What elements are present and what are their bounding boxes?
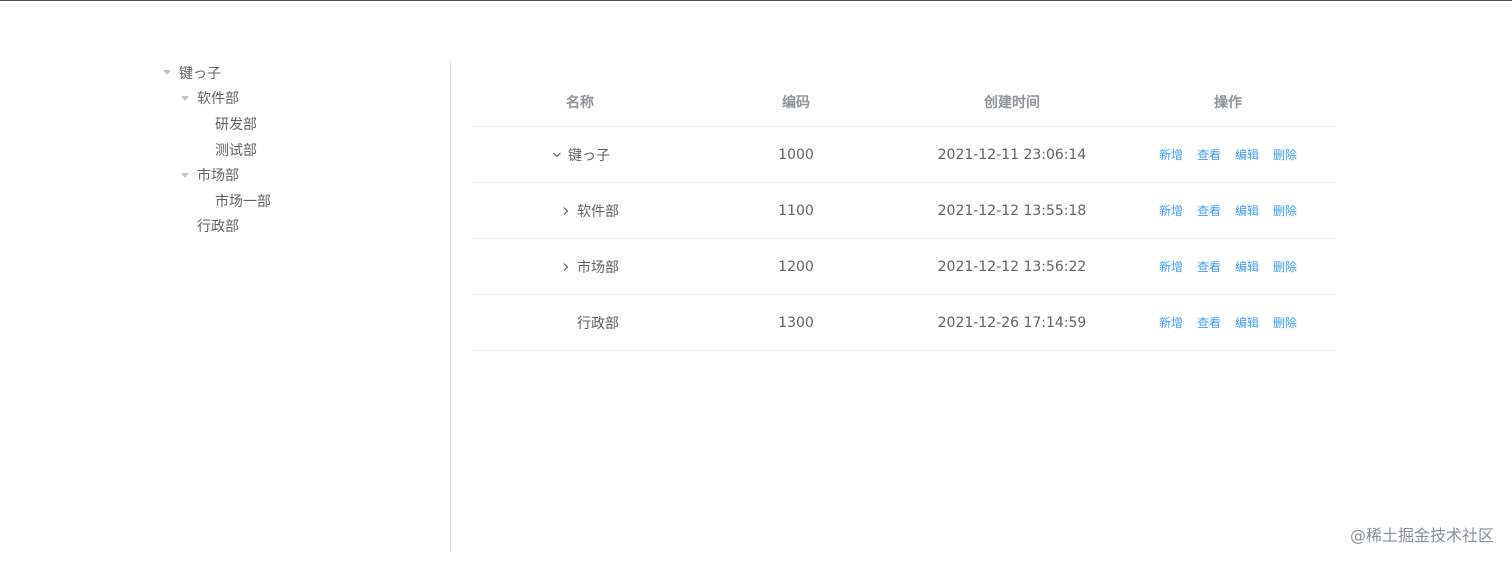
header-code: 编码 bbox=[782, 95, 810, 111]
delete-button[interactable]: 删除 bbox=[1273, 314, 1297, 331]
tree-node-label: 行政部 bbox=[197, 219, 239, 236]
row-created: 2021-12-12 13:56:22 bbox=[937, 258, 1087, 275]
row-name: 软件部 bbox=[577, 203, 619, 220]
tree-node-root[interactable]: 键っ子 bbox=[158, 60, 438, 86]
tree-node-label: 软件部 bbox=[197, 91, 239, 108]
panel-divider bbox=[450, 60, 451, 552]
row-name: 行政部 bbox=[577, 315, 619, 332]
row-name: 键っ子 bbox=[568, 147, 610, 164]
delete-button[interactable]: 删除 bbox=[1273, 146, 1297, 163]
table-row: 行政部 1300 2021-12-26 17:14:59 新增 查看 编辑 删除 bbox=[472, 295, 1336, 351]
row-actions: 新增 查看 编辑 删除 bbox=[1120, 202, 1336, 219]
view-button[interactable]: 查看 bbox=[1197, 202, 1221, 219]
caret-down-icon[interactable] bbox=[176, 89, 194, 107]
top-border bbox=[0, 0, 1512, 1]
header-name: 名称 bbox=[566, 95, 594, 111]
tree-node-market-1[interactable]: 市场一部 bbox=[158, 188, 438, 214]
tree-node-label: 键っ子 bbox=[179, 65, 221, 82]
tree-node-label: 测试部 bbox=[215, 142, 257, 159]
view-button[interactable]: 查看 bbox=[1197, 146, 1221, 163]
row-actions: 新增 查看 编辑 删除 bbox=[1120, 146, 1336, 163]
header-actions: 操作 bbox=[1214, 95, 1242, 111]
table-row: 市场部 1200 2021-12-12 13:56:22 新增 查看 编辑 删除 bbox=[472, 239, 1336, 295]
add-button[interactable]: 新增 bbox=[1159, 146, 1183, 163]
table-row: 键っ子 1000 2021-12-11 23:06:14 新增 查看 编辑 删除 bbox=[472, 127, 1336, 183]
tree-node-rnd[interactable]: 研发部 bbox=[158, 111, 438, 137]
add-button[interactable]: 新增 bbox=[1159, 202, 1183, 219]
add-button[interactable]: 新增 bbox=[1159, 258, 1183, 275]
edit-button[interactable]: 编辑 bbox=[1235, 314, 1259, 331]
delete-button[interactable]: 删除 bbox=[1273, 258, 1297, 275]
caret-down-icon[interactable] bbox=[176, 166, 194, 184]
row-actions: 新增 查看 编辑 删除 bbox=[1120, 314, 1336, 331]
row-created: 2021-12-26 17:14:59 bbox=[937, 314, 1087, 331]
tree-node-label: 市场一部 bbox=[215, 193, 271, 210]
edit-button[interactable]: 编辑 bbox=[1235, 146, 1259, 163]
tree-node-market[interactable]: 市场部 bbox=[158, 162, 438, 188]
row-code: 1100 bbox=[778, 202, 814, 219]
view-button[interactable]: 查看 bbox=[1197, 314, 1221, 331]
department-tree: 键っ子 软件部 研发部 测试部 市场部 市场一部 行政部 bbox=[158, 60, 438, 239]
name-cell: 键っ子 bbox=[472, 145, 688, 165]
row-code: 1300 bbox=[778, 314, 814, 331]
table-row: 软件部 1100 2021-12-12 13:55:18 新增 查看 编辑 删除 bbox=[472, 183, 1336, 239]
row-created: 2021-12-12 13:55:18 bbox=[937, 202, 1087, 219]
name-cell: 软件部 bbox=[472, 201, 688, 221]
tree-node-testing[interactable]: 测试部 bbox=[158, 137, 438, 163]
department-table: 名称 编码 创建时间 操作 键っ子 1000 2021-12-11 23:06:… bbox=[472, 78, 1336, 351]
header-created: 创建时间 bbox=[984, 95, 1040, 111]
name-cell: 行政部 bbox=[472, 313, 688, 333]
chevron-down-icon[interactable] bbox=[550, 148, 564, 162]
edit-button[interactable]: 编辑 bbox=[1235, 258, 1259, 275]
tree-node-label: 研发部 bbox=[215, 116, 257, 133]
caret-down-icon[interactable] bbox=[158, 64, 176, 82]
table-header: 名称 编码 创建时间 操作 bbox=[472, 78, 1336, 127]
edit-button[interactable]: 编辑 bbox=[1235, 202, 1259, 219]
watermark: @稀土掘金技术社区 bbox=[1349, 526, 1494, 545]
tree-node-admin[interactable]: 行政部 bbox=[158, 214, 438, 240]
delete-button[interactable]: 删除 bbox=[1273, 202, 1297, 219]
chevron-right-icon[interactable] bbox=[559, 260, 573, 274]
row-actions: 新增 查看 编辑 删除 bbox=[1120, 258, 1336, 275]
tree-node-software[interactable]: 软件部 bbox=[158, 86, 438, 112]
row-created: 2021-12-11 23:06:14 bbox=[937, 146, 1087, 163]
row-code: 1000 bbox=[778, 146, 814, 163]
tree-node-label: 市场部 bbox=[197, 168, 239, 185]
chevron-right-icon[interactable] bbox=[559, 204, 573, 218]
name-cell: 市场部 bbox=[472, 257, 688, 277]
add-button[interactable]: 新增 bbox=[1159, 314, 1183, 331]
row-code: 1200 bbox=[778, 258, 814, 275]
view-button[interactable]: 查看 bbox=[1197, 258, 1221, 275]
row-name: 市场部 bbox=[577, 259, 619, 276]
